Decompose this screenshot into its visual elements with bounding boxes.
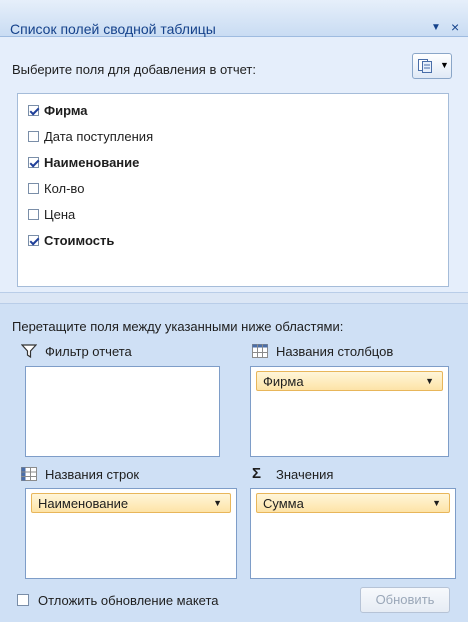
panel-menu-arrow-icon[interactable]: ▼ <box>431 22 441 33</box>
field-checkbox[interactable] <box>28 234 39 246</box>
columns-area-header: Названия столбцов <box>252 343 393 359</box>
field-item-naimenovanie[interactable]: Наименование <box>28 152 139 172</box>
chip-label: Наименование <box>38 495 129 511</box>
defer-update-checkbox[interactable] <box>17 594 29 606</box>
chevron-down-icon[interactable]: ▼ <box>213 498 222 508</box>
column-grid-icon <box>252 344 268 358</box>
field-checkbox[interactable] <box>28 130 39 142</box>
sigma-icon: Σ <box>252 465 262 482</box>
field-list: Фирма Дата поступления Наименование Кол-… <box>17 93 449 287</box>
column-field-chip[interactable]: Фирма ▼ <box>256 371 443 391</box>
values-area-header: Σ Значения <box>252 466 333 482</box>
filter-area-label: Фильтр отчета <box>45 343 132 359</box>
values-drop-area[interactable]: Сумма ▼ <box>250 488 456 579</box>
field-prompt: Выберите поля для добавления в отчет: <box>12 62 256 77</box>
pane-splitter[interactable] <box>0 292 468 304</box>
defer-update-label: Отложить обновление макета <box>38 593 219 608</box>
columns-drop-area[interactable]: Фирма ▼ <box>250 366 449 457</box>
layout-options-button[interactable]: ▼ <box>412 53 452 79</box>
field-label: Кол-во <box>44 180 85 196</box>
field-label: Наименование <box>44 154 140 170</box>
values-area-label: Значения <box>276 466 334 482</box>
value-field-chip[interactable]: Сумма ▼ <box>256 493 450 513</box>
field-item-kol-vo[interactable]: Кол-во <box>28 178 84 198</box>
rows-area-header: Названия строк <box>21 466 139 482</box>
row-grid-icon <box>21 467 37 481</box>
field-checkbox[interactable] <box>28 104 39 116</box>
field-item-data-postupleniya[interactable]: Дата поступления <box>28 126 153 146</box>
field-item-firma[interactable]: Фирма <box>28 100 88 120</box>
field-item-stoimost[interactable]: Стоимость <box>28 230 114 250</box>
close-icon[interactable]: × <box>451 19 459 35</box>
filter-area-header: Фильтр отчета <box>21 343 132 359</box>
row-field-chip[interactable]: Наименование ▼ <box>31 493 231 513</box>
columns-area-label: Названия столбцов <box>276 343 394 359</box>
update-button[interactable]: Обновить <box>360 587 450 613</box>
field-label: Фирма <box>44 102 88 118</box>
field-checkbox[interactable] <box>28 156 39 168</box>
rows-area-label: Названия строк <box>45 466 140 482</box>
field-checkbox[interactable] <box>28 182 39 194</box>
rows-drop-area[interactable]: Наименование ▼ <box>25 488 237 579</box>
filter-funnel-icon <box>21 344 37 358</box>
filter-drop-area[interactable] <box>25 366 220 457</box>
areas-prompt: Перетащите поля между указанными ниже об… <box>12 319 344 334</box>
field-list-layout-icon <box>418 59 432 73</box>
chevron-down-icon[interactable]: ▼ <box>425 376 434 386</box>
field-checkbox[interactable] <box>28 208 39 220</box>
field-label: Стоимость <box>44 232 115 248</box>
chevron-down-icon: ▼ <box>440 60 449 70</box>
field-label: Цена <box>44 206 76 222</box>
field-item-tsena[interactable]: Цена <box>28 204 75 224</box>
field-label: Дата поступления <box>44 128 154 144</box>
chevron-down-icon[interactable]: ▼ <box>432 498 441 508</box>
chip-label: Фирма <box>263 373 304 389</box>
panel-title: Список полей сводной таблицы <box>10 21 216 37</box>
chip-label: Сумма <box>263 495 304 511</box>
